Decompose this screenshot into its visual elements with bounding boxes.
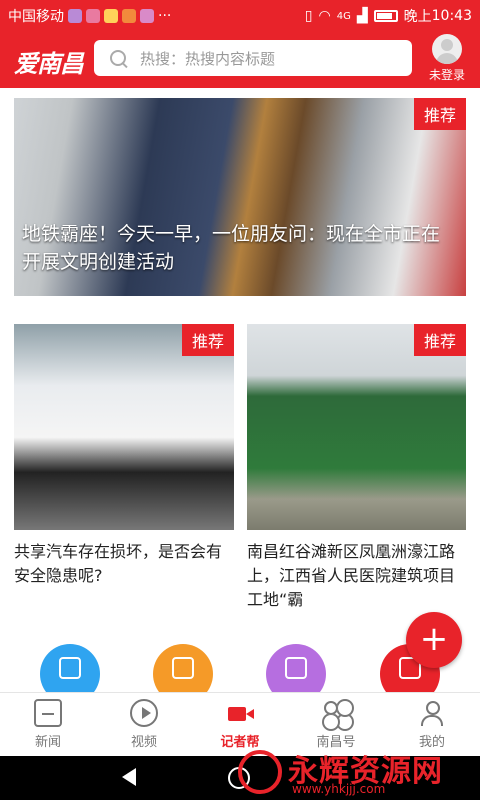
app-notification-icon <box>140 9 154 23</box>
grid-icon <box>322 699 350 727</box>
carrier-label: 中国移动 <box>8 9 64 25</box>
tab-nanchang-account[interactable]: 南昌号 <box>296 699 376 750</box>
search-icon <box>110 50 126 66</box>
signal-icon: ▟ <box>356 8 368 24</box>
time-prefix: 晚上 <box>403 9 432 25</box>
tab-video[interactable]: 视频 <box>104 699 184 750</box>
app-notification-icon <box>122 9 136 23</box>
signal-label: 4G <box>336 10 351 22</box>
login-label: 未登录 <box>428 68 465 82</box>
tab-label: 新闻 <box>34 735 61 750</box>
tab-label: 视频 <box>130 735 157 750</box>
search-bar[interactable]: 热搜：热搜内容标题 <box>94 40 412 76</box>
app-notification-icon <box>104 9 118 23</box>
recommend-badge: 推荐 <box>413 98 466 130</box>
watermark: 永辉资源网 www.yhkjjj.com <box>232 746 480 800</box>
battery-icon <box>373 10 398 22</box>
calendar-icon <box>172 657 194 679</box>
featured-news-caption: 地铁霸座！今天一早，一位朋友问：现在全市正在开展文明创建活动 <box>22 223 441 273</box>
tab-reporter-help[interactable]: 记者帮 <box>200 699 280 750</box>
app-header: 爱南昌 热搜：热搜内容标题 未登录 <box>0 32 480 88</box>
back-icon[interactable] <box>122 768 136 786</box>
message-icon <box>285 657 307 679</box>
app-logo[interactable]: 爱南昌 <box>14 44 84 79</box>
add-button[interactable]: + <box>406 612 462 668</box>
news-feed: 推荐 地铁霸座！今天一早，一位朋友问：现在全市正在开展文明创建活动 推荐 推荐 … <box>0 88 480 628</box>
camera-icon <box>226 699 254 727</box>
video-icon <box>130 699 158 727</box>
watermark-logo-icon <box>238 750 282 794</box>
status-bar: 中国移动 ··· ▯ ◠ 4G ▟ 晚上 10:43 <box>0 0 480 32</box>
tab-me[interactable]: 我的 <box>392 699 472 750</box>
search-placeholder: 热搜：热搜内容标题 <box>140 49 276 68</box>
vibrate-icon: ▯ <box>304 8 313 24</box>
user-icon <box>418 699 446 727</box>
news-card-image[interactable]: 推荐 <box>247 324 466 530</box>
login-button[interactable]: 未登录 <box>424 34 470 83</box>
news-icon <box>34 699 62 727</box>
clock: 10:43 <box>431 8 472 24</box>
wifi-icon: ◠ <box>318 8 331 24</box>
featured-news-card[interactable]: 推荐 地铁霸座！今天一早，一位朋友问：现在全市正在开展文明创建活动 <box>14 98 466 296</box>
more-notifications-icon: ··· <box>158 8 172 24</box>
document-icon <box>59 657 81 679</box>
app-notification-icon <box>86 9 100 23</box>
avatar-icon <box>432 34 462 64</box>
news-card-image[interactable]: 推荐 <box>14 324 234 530</box>
news-title[interactable]: 共享汽车存在损坏，是否会有安全隐患呢? <box>14 540 234 588</box>
watermark-url: www.yhkjjj.com <box>292 782 386 796</box>
recommend-badge: 推荐 <box>413 324 466 356</box>
news-title[interactable]: 南昌红谷滩新区凤凰洲濠江路上，江西省人民医院建筑项目工地“霸 <box>247 540 467 612</box>
app-notification-icon <box>68 9 82 23</box>
tab-news[interactable]: 新闻 <box>8 699 88 750</box>
recommend-badge: 推荐 <box>181 324 234 356</box>
